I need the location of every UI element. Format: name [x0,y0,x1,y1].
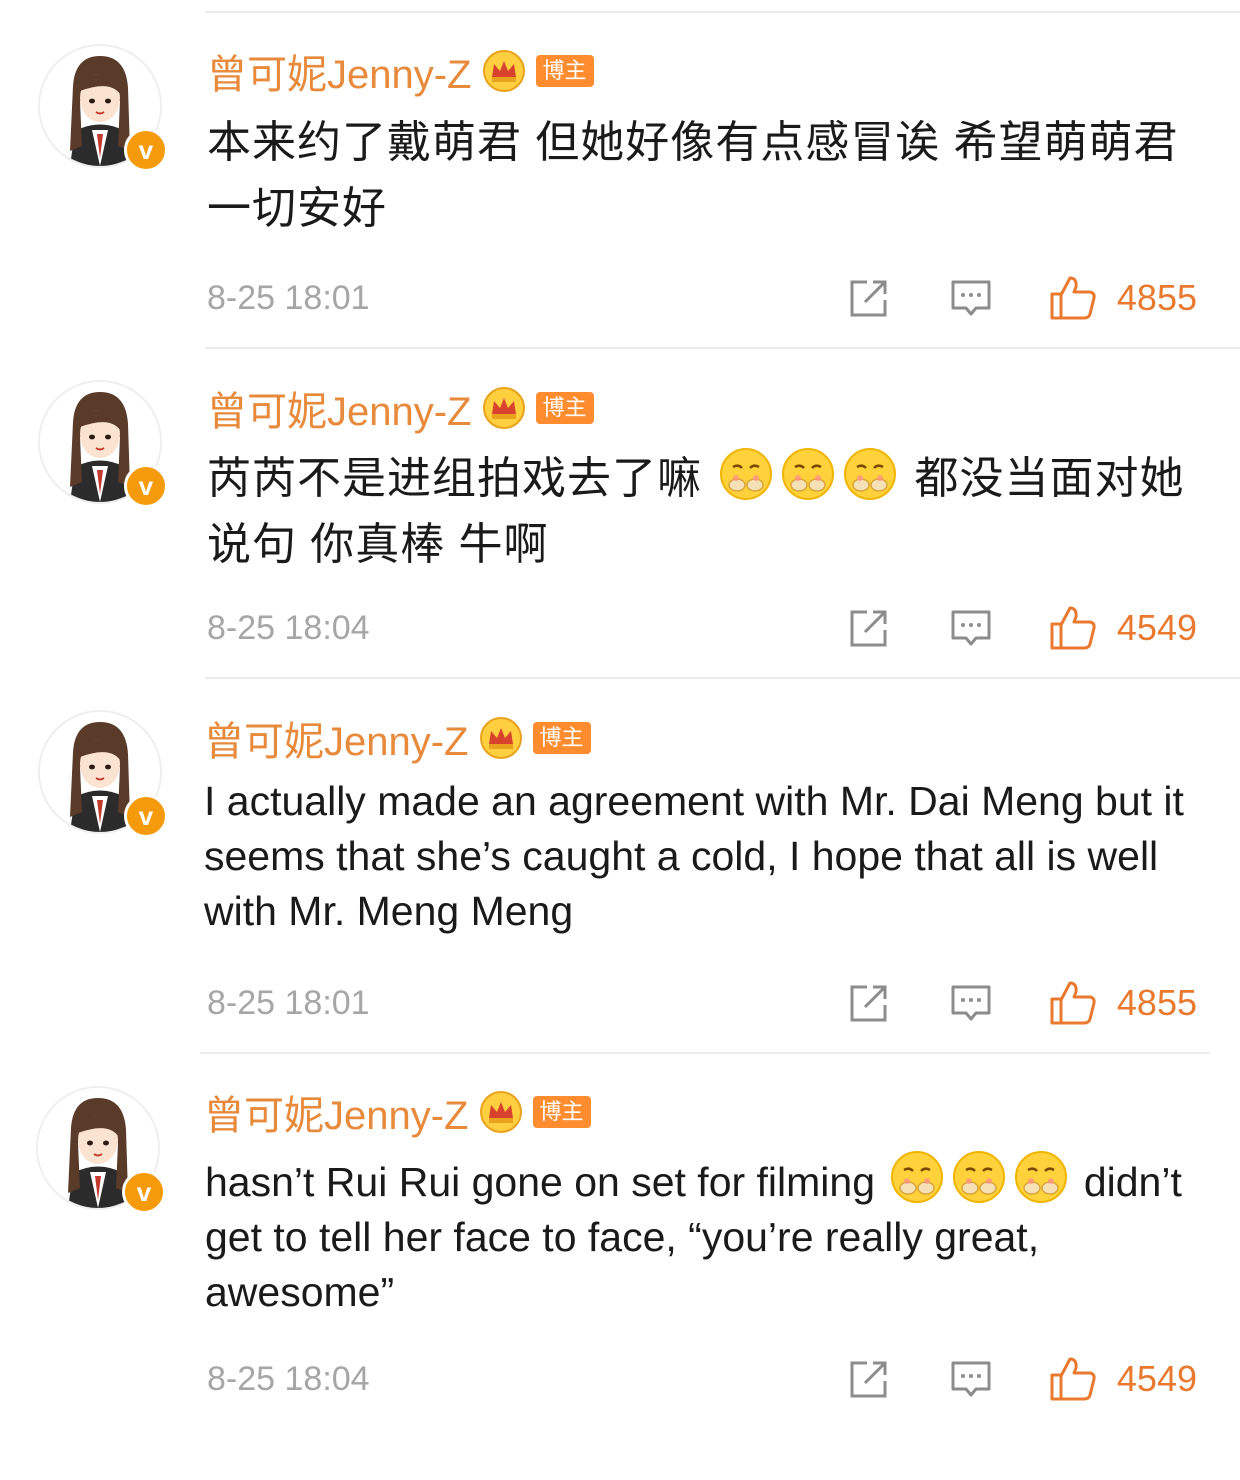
like-count: 4855 [1116,277,1197,318]
blogger-tag: 博主 [535,55,594,87]
share-button[interactable] [847,606,891,650]
comment-text-content: hasn’t Rui Rui gone on set for filming [205,1159,876,1205]
comment-text: 本来约了戴萌君 但她好像有点感冒诶 希望萌萌君一切安好 [207,110,1197,242]
verified-mark: v [138,801,154,831]
comment-text-content: 芮芮不是进组拍戏去了嘛 [207,454,702,503]
thumbs-up-icon [1050,606,1096,650]
blogger-tag: 博主 [532,722,591,754]
comment-icon [951,1361,991,1397]
sick-face-emoji-icon [891,1151,944,1203]
timestamp: 8-25 18:04 [207,608,370,647]
verified-badge: v [124,464,168,508]
sick-face-emoji-icon [844,448,897,500]
name-row: 曾可妮Jenny-Z 博主 [207,46,594,97]
share-button[interactable] [847,981,891,1025]
sick-face-emoji-icon [782,448,835,500]
share-button[interactable] [847,276,891,320]
sick-face-emoji-icon [953,1151,1006,1203]
action-bar: 4549 [847,605,1197,651]
share-icon [850,610,887,647]
blogger-tag: 博主 [535,392,594,424]
thumbs-up-icon [1050,1357,1096,1401]
verified-mark: v [138,471,154,501]
avatar[interactable]: v [38,380,168,508]
timestamp: 8-25 18:01 [207,983,370,1022]
username[interactable]: 曾可妮Jenny-Z [204,1083,469,1141]
sick-face-emoji-icon [720,448,773,500]
like-count: 4855 [1116,982,1197,1023]
verified-badge: v [124,128,168,172]
reply-button[interactable] [949,1357,993,1401]
comment-text: hasn’t Rui Rui gone on set for filming d… [205,1150,1195,1320]
verified-mark: v [138,135,154,165]
avatar[interactable]: v [36,1086,166,1214]
like-button[interactable]: 4549 [1049,605,1197,651]
verified-badge: v [124,794,168,838]
username[interactable]: 曾可妮Jenny-Z [207,42,472,100]
sick-face-emoji-icon [1015,1151,1068,1203]
reply-button[interactable] [949,606,993,650]
comment-footer: 8-25 18:04 4549 [207,603,1197,653]
timestamp: 8-25 18:04 [207,1359,370,1398]
comment-text-content: 本来约了戴萌君 但她好像有点感冒诶 希望萌萌君一切安好 [207,118,1179,233]
blogger-tag: 博主 [532,1096,591,1128]
name-row: 曾可妮Jenny-Z 博主 [207,383,594,434]
comment-text: 芮芮不是进组拍戏去了嘛 都没当面对她说句 你真棒 牛啊 [207,446,1197,578]
comment-divider [205,677,1240,679]
verified-mark: v [136,1177,152,1207]
comment-footer: 8-25 18:04 4549 [207,1354,1197,1404]
thumbs-up-icon [1050,981,1096,1025]
like-count: 4549 [1116,1358,1197,1399]
crown-icon [482,387,525,429]
share-button[interactable] [847,1357,891,1401]
action-bar: 4855 [847,275,1197,321]
action-bar: 4549 [847,1356,1197,1402]
avatar[interactable]: v [38,44,168,172]
timestamp: 8-25 18:01 [207,278,370,317]
username[interactable]: 曾可妮Jenny-Z [207,379,472,437]
share-icon [850,1361,887,1398]
comment-divider [205,347,1240,349]
top-divider [205,11,1240,13]
share-icon [850,280,887,317]
thumbs-up-icon [1050,276,1096,320]
name-row: 曾可妮Jenny-Z 博主 [204,1087,591,1138]
comment-text-content: I actually made an agreement with Mr. Da… [204,778,1196,934]
comment-text: I actually made an agreement with Mr. Da… [204,774,1194,939]
like-count: 4549 [1116,607,1197,648]
share-icon [850,985,887,1022]
avatar[interactable]: v [38,710,168,838]
name-row: 曾可妮Jenny-Z 博主 [204,713,591,764]
username[interactable]: 曾可妮Jenny-Z [204,709,469,767]
crown-icon [482,50,525,92]
reply-button[interactable] [949,981,993,1025]
reply-button[interactable] [949,276,993,320]
comment-icon [951,985,991,1021]
verified-badge: v [122,1170,166,1214]
comment-icon [951,610,991,646]
like-button[interactable]: 4855 [1049,980,1197,1026]
action-bar: 4855 [847,980,1197,1026]
crown-icon [479,717,522,759]
like-button[interactable]: 4549 [1049,1356,1197,1402]
comment-icon [951,280,991,316]
crown-icon [479,1091,522,1133]
like-button[interactable]: 4855 [1049,275,1197,321]
comment-divider [200,1052,1210,1054]
comment-footer: 8-25 18:01 4855 [207,273,1197,323]
comment-footer: 8-25 18:01 4855 [207,978,1197,1028]
